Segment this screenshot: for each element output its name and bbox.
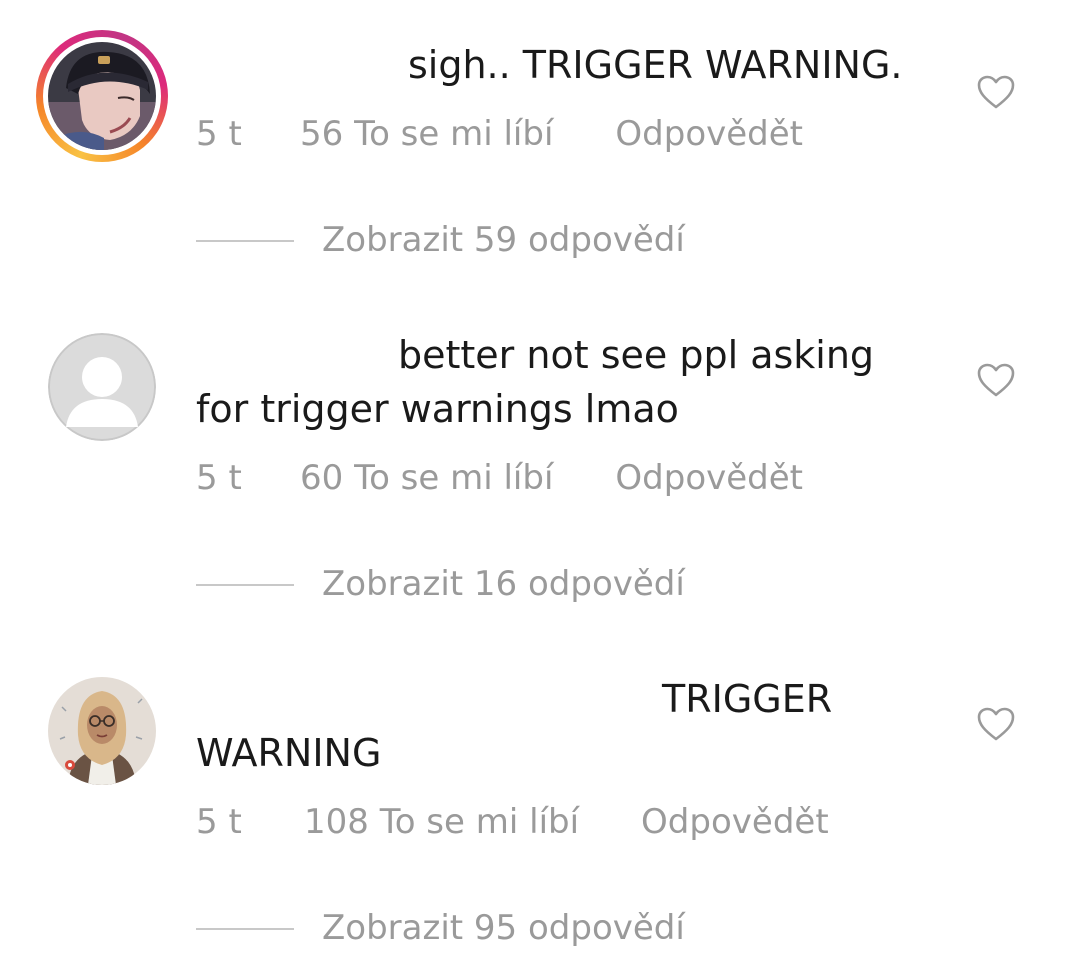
replies-divider [196,928,294,930]
comment-meta: 5 t 108 To se mi líbí Odpovědět [196,802,829,842]
comment-3: TRIGGER WARNING 5 t 108 To se mi líbí Odpo… [0,0,1080,964]
comment-text: TRIGGER WARNING [196,677,833,775]
reply-button[interactable]: Odpovědět [641,802,829,842]
heart-outline-icon[interactable] [976,706,1016,742]
like-count[interactable]: 108 To se mi líbí [304,802,579,842]
comment-time: 5 t [196,802,242,842]
illustrated-hijab-avatar[interactable] [48,677,156,785]
